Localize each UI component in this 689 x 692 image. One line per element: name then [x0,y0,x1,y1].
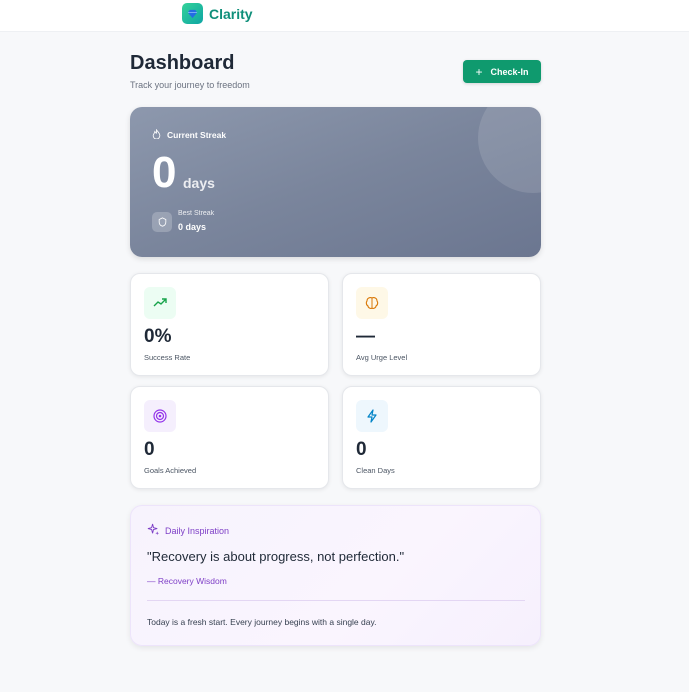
clean-days-card: 0 Clean Days [342,386,541,489]
success-rate-card: 0% Success Rate [130,273,329,376]
brain-icon [356,287,388,319]
gem-icon [182,3,203,24]
stat-value: 0 [356,439,367,460]
check-in-button[interactable]: + Check-In [463,60,541,83]
divider [147,600,525,601]
stat-label: Success Rate [144,353,191,362]
plus-icon: + [475,64,483,79]
streak-label: Current Streak [167,130,227,140]
streak-unit: days [183,175,215,191]
current-streak-card: Current Streak 0 days Best Streak 0 days [130,107,541,257]
best-streak-value: 0 days [178,222,207,232]
inspiration-note: Today is a fresh start. Every journey be… [147,617,377,627]
stat-label: Goals Achieved [144,466,197,475]
best-streak-label: Best Streak [178,210,215,217]
shield-icon [152,212,172,232]
inspiration-title: Daily Inspiration [165,525,230,536]
page-subtitle: Track your journey to freedom [130,80,250,90]
stat-value: — [356,326,375,347]
trending-up-icon [144,287,176,319]
top-bar: Clarity [0,0,689,32]
stat-label: Clean Days [356,466,395,475]
streak-value: 0 [152,148,177,197]
inspiration-author: — Recovery Wisdom [147,576,227,586]
daily-inspiration-card: Daily Inspiration "Recovery is about pro… [130,505,541,646]
stat-value: 0 [144,439,155,460]
inspiration-header: Daily Inspiration [147,523,229,538]
goals-achieved-card: 0 Goals Achieved [130,386,329,489]
flame-icon [152,128,161,141]
stat-label: Avg Urge Level [356,353,408,362]
page-title: Dashboard [130,52,235,74]
app-name: Clarity [209,5,253,22]
decorative-circle [478,107,541,193]
inspiration-quote: "Recovery is about progress, not perfect… [147,549,405,564]
avg-urge-level-card: — Avg Urge Level [342,273,541,376]
lightning-icon [356,400,388,432]
brand[interactable]: Clarity [182,3,253,24]
check-in-label: Check-In [490,66,529,77]
streak-label-row: Current Streak [152,128,227,141]
sparkles-icon [147,523,160,538]
target-icon [144,400,176,432]
stat-value: 0% [144,326,172,347]
